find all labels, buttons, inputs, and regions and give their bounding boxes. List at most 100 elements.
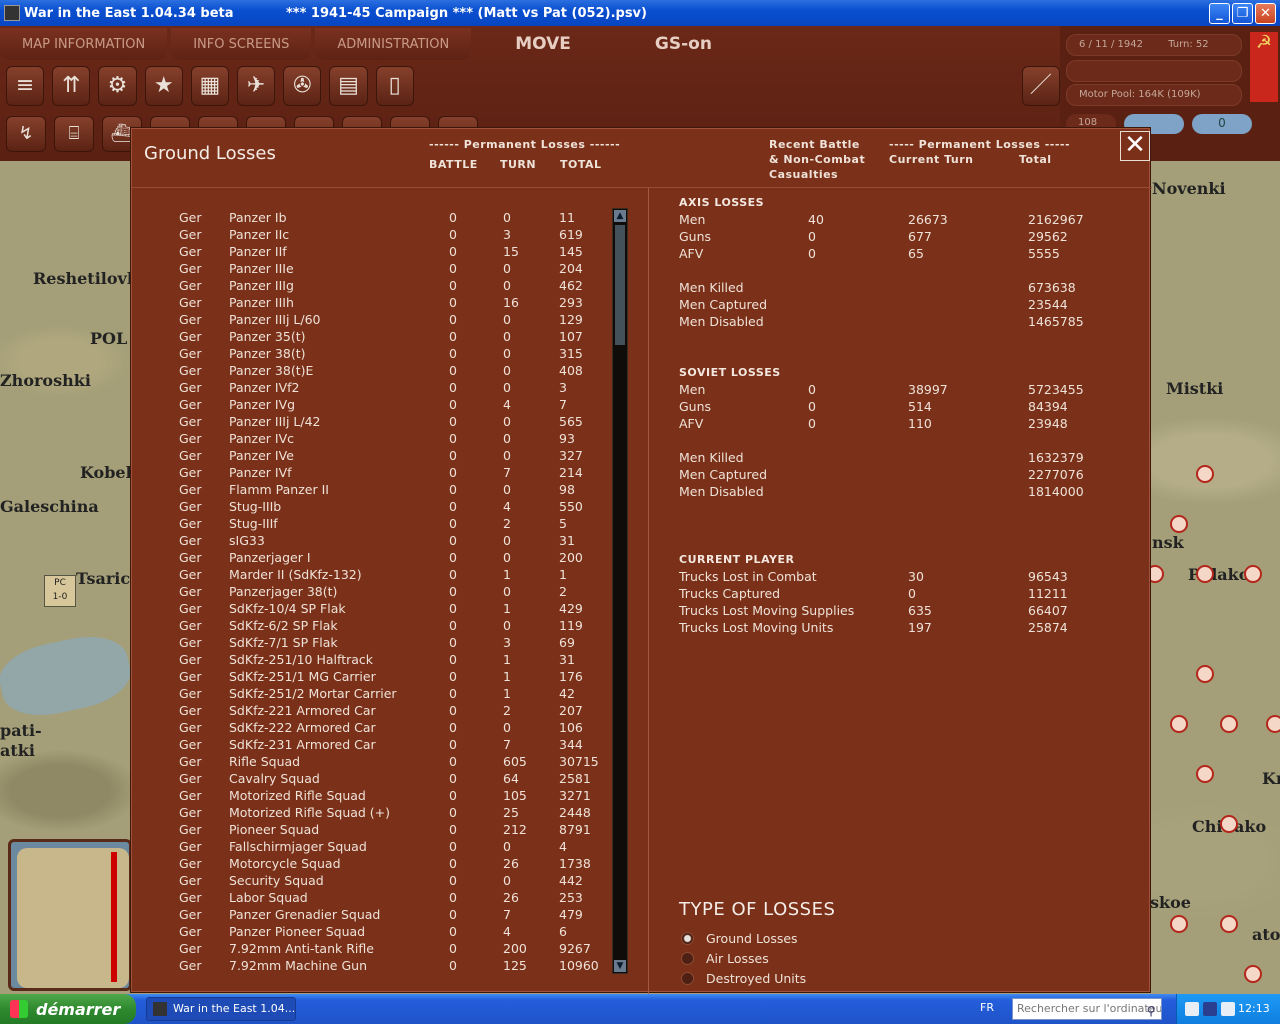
unit-name: Rifle Squad (229, 754, 301, 769)
volume-icon[interactable] (1221, 1002, 1235, 1016)
unit-total-losses: 8791 (559, 822, 591, 837)
scroll-up-icon[interactable]: ▲ (614, 210, 626, 222)
unit-turn-losses: 26 (503, 890, 519, 905)
clock: 12:13 (1238, 1002, 1270, 1015)
soviet-unit-marker[interactable] (1220, 715, 1238, 733)
zero-pill-button[interactable]: 0 (1192, 114, 1252, 134)
table-row: Ger SdKfz-251/1 MG Carrier 0 1 176 (131, 669, 611, 686)
unit-name: Motorcycle Squad (229, 856, 341, 871)
unit-name: Pioneer Squad (229, 822, 320, 837)
unit-turn-losses: 7 (503, 737, 511, 752)
soviet-unit-marker[interactable] (1170, 515, 1188, 533)
map-label: Novenki (1152, 179, 1226, 198)
ground-losses-dialog: Ground Losses ------ Permanent Losses --… (130, 127, 1152, 994)
unit-total-losses: 214 (559, 465, 583, 480)
unit-nation: Ger (179, 754, 202, 769)
close-window-button[interactable]: ✕ (1255, 3, 1276, 24)
minimize-button[interactable]: _ (1209, 3, 1230, 24)
scroll-thumb[interactable] (615, 225, 625, 345)
unit-turn-losses: 0 (503, 363, 511, 378)
soviet-unit-marker[interactable] (1196, 465, 1214, 483)
unit-total-losses: 315 (559, 346, 583, 361)
start-button[interactable]: démarrer (0, 994, 136, 1024)
soviet-unit-marker[interactable] (1220, 915, 1238, 933)
table-row: Ger Panzer IIc 0 3 619 (131, 227, 611, 244)
soviet-unit-marker[interactable] (1196, 765, 1214, 783)
unit-battle-losses: 0 (449, 227, 457, 242)
stat-value: 25874 (1028, 620, 1068, 635)
soviet-unit-marker[interactable] (1196, 565, 1214, 583)
search-input[interactable]: Rechercher sur l'ordinateur ⚲ (1012, 998, 1162, 1020)
pencil-icon[interactable]: ／ (1021, 66, 1061, 106)
star-icon[interactable]: ★ (144, 66, 183, 106)
soviet-unit-marker[interactable] (1244, 965, 1262, 983)
stat-row: Trucks Captured 0 11211 (679, 586, 1139, 603)
tab-map-information[interactable]: MAP INFORMATION (0, 28, 168, 60)
table-row: Ger Panzer IVc 0 0 93 (131, 431, 611, 448)
table-row: Ger Marder II (SdKfz-132) 0 1 1 (131, 567, 611, 584)
unit-nation: Ger (179, 397, 202, 412)
bomber-icon[interactable]: ✇ (283, 66, 322, 106)
taskbar-item-war-in-the-east[interactable]: War in the East 1.04.... (146, 997, 296, 1021)
unit-total-losses: 565 (559, 414, 583, 429)
unit-total-losses: 106 (559, 720, 583, 735)
gs-toggle-button[interactable]: GS-on (615, 28, 752, 60)
stat-label: Men (679, 382, 706, 397)
close-dialog-button[interactable]: ✕ (1120, 131, 1150, 161)
date-turn-field: 6 / 11 / 1942 Turn: 52 (1066, 34, 1242, 56)
unit-nation: Ger (179, 635, 202, 650)
unit-name: Panzer IIIe (229, 261, 294, 276)
soviet-unit-marker[interactable] (1266, 715, 1280, 733)
table-row: Ger SdKfz-222 Armored Car 0 0 106 (131, 720, 611, 737)
stat-value: 96543 (1028, 569, 1068, 584)
move-mode-button[interactable]: MOVE (475, 28, 611, 60)
stat-row: Guns 0 677 29562 (679, 229, 1139, 246)
tray-icon[interactable] (1203, 1002, 1217, 1016)
radio-air-losses[interactable]: Air Losses (681, 949, 769, 967)
map-label: pati- (0, 721, 42, 740)
fuel-icon[interactable]: ▯ (375, 66, 414, 106)
gear-icon[interactable]: ⚙ (98, 66, 137, 106)
radio-destroyed-units[interactable]: Destroyed Units (681, 969, 806, 987)
stat-value: 2162967 (1028, 212, 1084, 227)
tab-administration[interactable]: ADMINISTRATION (315, 28, 472, 60)
map-label: skoe (1150, 893, 1191, 912)
unit-total-losses: 30715 (559, 754, 599, 769)
stat-value: 0 (908, 586, 916, 601)
unit-battle-losses: 0 (449, 346, 457, 361)
unit-name: Panzer IIf (229, 244, 287, 259)
stat-value: 11211 (1028, 586, 1068, 601)
supply-map-icon[interactable]: ▦ (190, 66, 230, 106)
list-scrollbar[interactable]: ▲ ▼ (612, 208, 628, 974)
language-indicator[interactable]: FR (980, 1001, 994, 1014)
table-row: Ger Panzer 38(t)E 0 0 408 (131, 363, 611, 380)
maximize-button[interactable]: ❐ (1232, 3, 1253, 24)
radio-ground-losses[interactable]: Ground Losses (681, 929, 798, 947)
tray-icon[interactable] (1185, 1002, 1199, 1016)
motor-pool-field: Motor Pool: 164K (109K) (1066, 84, 1242, 106)
rail-icon[interactable]: ▤ (329, 66, 368, 106)
f1-key-icon[interactable]: ↯ (6, 116, 46, 152)
stat-value: 1465785 (1028, 314, 1084, 329)
unit-nation: Ger (179, 244, 202, 259)
soviet-unit-marker[interactable] (1170, 915, 1188, 933)
minimap[interactable] (8, 839, 132, 991)
stack-icon[interactable]: ≡ (6, 66, 45, 106)
air-icon[interactable]: ✈ (237, 66, 276, 106)
stat-value: 514 (908, 399, 932, 414)
stat-row: Trucks Lost Moving Units 197 25874 (679, 620, 1139, 637)
scroll-down-icon[interactable]: ▼ (614, 960, 626, 972)
soviet-unit-marker[interactable] (1170, 715, 1188, 733)
tab-info-screens[interactable]: INFO SCREENS (171, 28, 312, 60)
unit-turn-losses: 105 (503, 788, 527, 803)
unit-counter[interactable]: PC 1-0 (44, 575, 76, 607)
soviet-unit-marker[interactable] (1196, 665, 1214, 683)
unit-nation: Ger (179, 210, 202, 225)
search-icon[interactable]: ⚲ (1143, 1001, 1159, 1018)
soviet-unit-marker[interactable] (1244, 565, 1262, 583)
unit-loss-list[interactable]: Ger Panzer Ib 0 0 11 Ger Panzer IIc 0 3 619 Ger Pan… (131, 210, 611, 975)
units-icon[interactable]: ⇈ (52, 66, 91, 106)
soviet-unit-marker[interactable] (1220, 815, 1238, 833)
dialog-title: Ground Losses (144, 143, 276, 164)
f2-key-icon[interactable]: ⌸ (54, 116, 94, 152)
